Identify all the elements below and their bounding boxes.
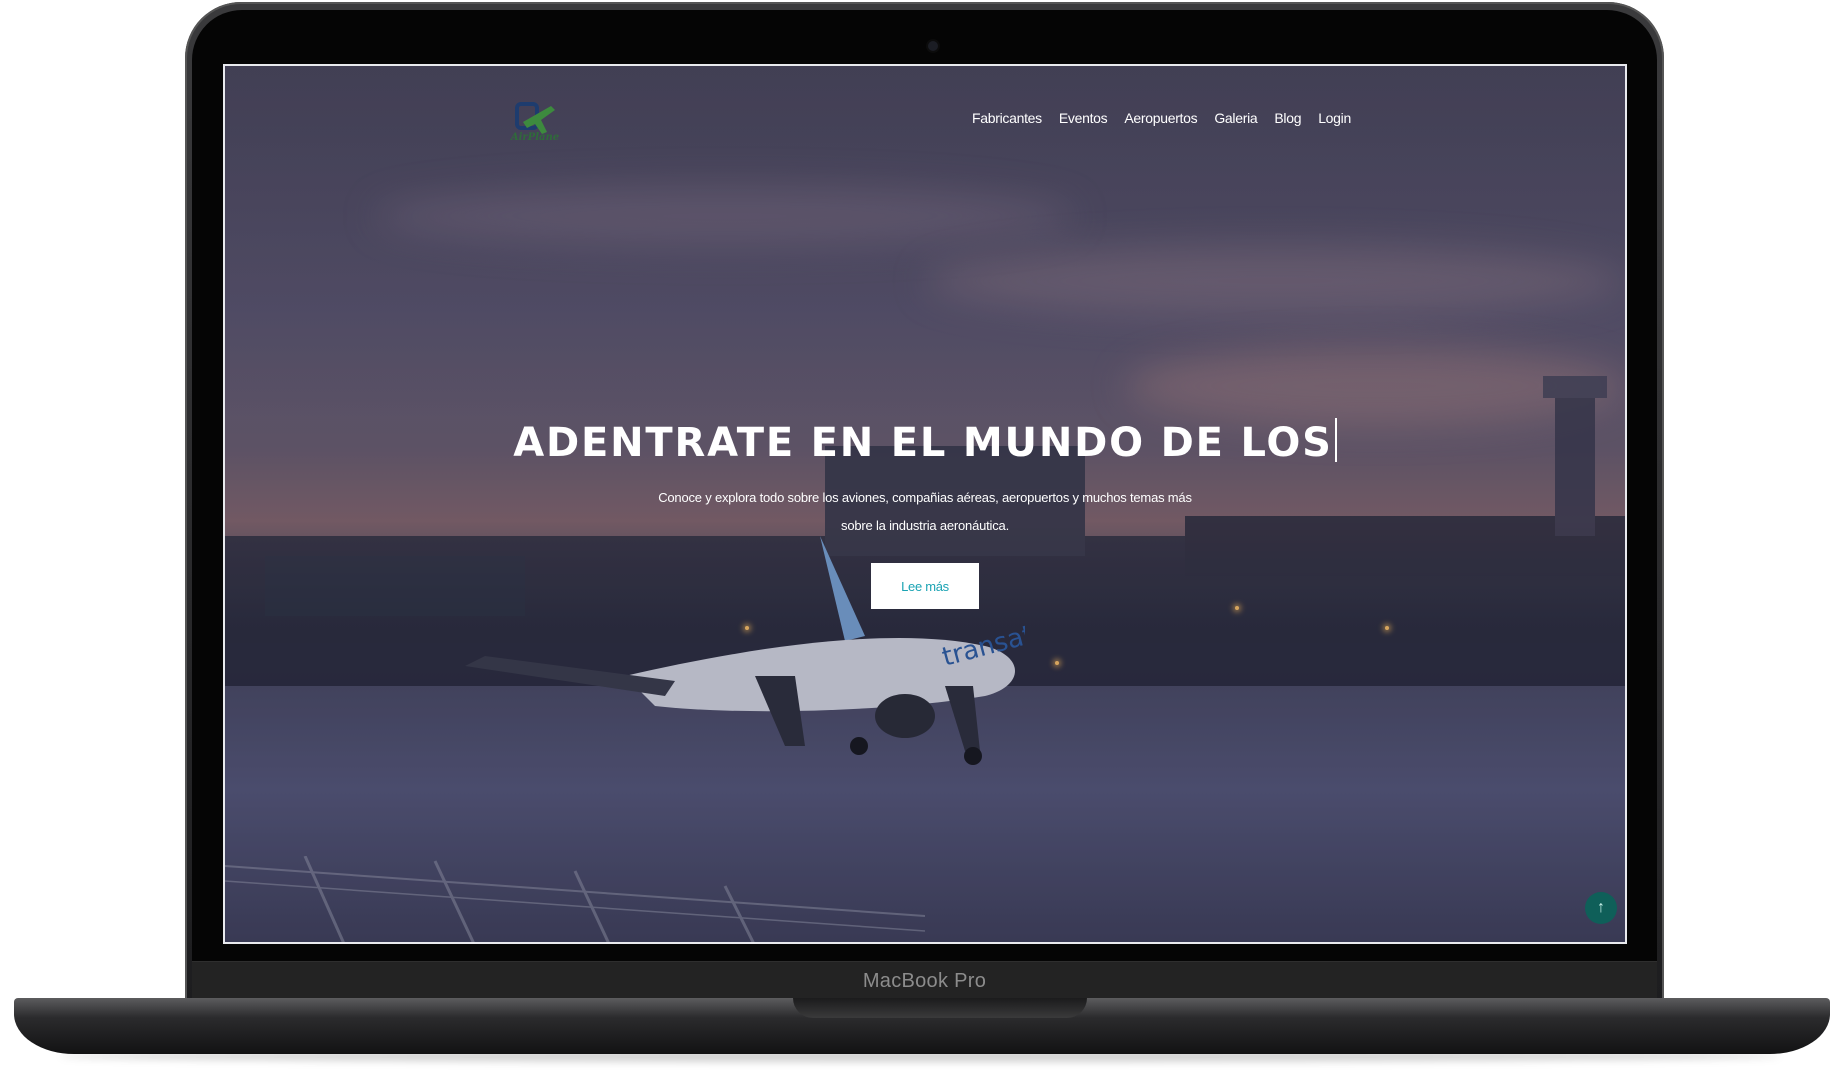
hero-subtitle-line: Conoce y explora todo sobre los aviones,… [658,490,1192,505]
nav-galeria[interactable]: Galeria [1214,110,1257,126]
nav-eventos[interactable]: Eventos [1059,110,1108,126]
airplane-logo-icon[interactable] [505,92,565,152]
nav-fabricantes[interactable]: Fabricantes [972,110,1042,126]
hero-title: ADENTRATE EN EL MUNDO DE LOS [225,418,1625,466]
arrow-up-icon: ↑ [1597,899,1605,916]
nav-aeropuertos[interactable]: Aeropuertos [1124,110,1197,126]
website-screen: transat AirPlane Fabricantes Eventos Aer… [223,64,1627,944]
nav-blog[interactable]: Blog [1274,110,1301,126]
laptop-notch [793,998,1087,1018]
hero-title-text: ADENTRATE EN EL MUNDO DE LOS [513,420,1333,466]
hero-subtitle: Conoce y explora todo sobre los aviones,… [625,484,1225,540]
typing-caret [1334,418,1337,462]
main-nav: Fabricantes Eventos Aeropuertos Galeria … [972,110,1351,126]
hero-subtitle-line: sobre la industria aeronáutica. [841,518,1009,533]
laptop-base [14,998,1830,1054]
laptop-chin: MacBook Pro [192,961,1657,1002]
device-brand-label: MacBook Pro [862,970,987,992]
read-more-button[interactable]: Lee más [871,563,979,609]
logo-text: AirPlane [510,132,560,143]
camera-icon [928,41,938,51]
scroll-to-top-button[interactable]: ↑ [1585,892,1617,924]
nav-login[interactable]: Login [1318,110,1351,126]
